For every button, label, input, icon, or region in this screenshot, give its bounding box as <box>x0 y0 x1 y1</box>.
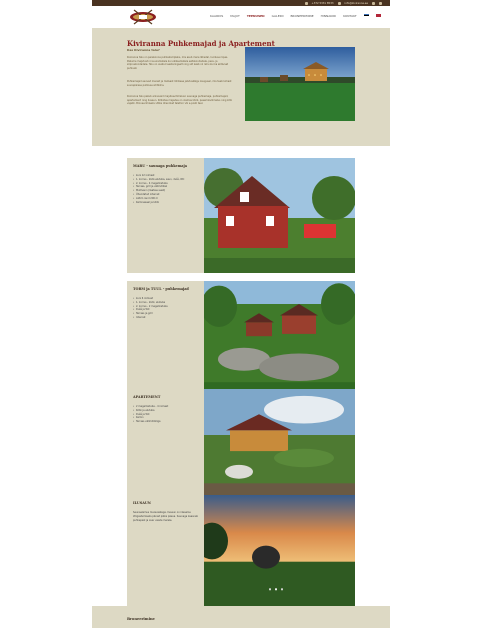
nav-item-kontakt[interactable]: KONTAKT <box>343 14 357 18</box>
site-header: KAARDIS MAJUT TEENUSED GALERII BRONEERIM… <box>92 6 390 28</box>
list-item: Terrass välimööbliga <box>133 420 198 424</box>
card-label: ILUSAUN Saunaelamus merevaatega. Ilusaun… <box>127 495 204 610</box>
phone-icon <box>304 1 308 5</box>
nav-item-galerii[interactable]: GALERII <box>272 14 284 18</box>
email-icon <box>337 1 341 5</box>
card-title: ILUSAUN <box>133 501 151 505</box>
card-label: MARU - saunaga puhkemaja kuni 12 inimest… <box>127 158 204 273</box>
hero-paragraph-1: Kiviranna talu on perekonna puhkekomplek… <box>127 56 229 70</box>
card-label: TORM ja TUUL - puhkemajad kuni 6 inimest… <box>127 281 204 396</box>
card-title: MARU - saunaga puhkemaja <box>133 164 187 168</box>
phone-number[interactable]: +372 5331 8533 <box>312 2 334 5</box>
ilusaun-photo <box>204 495 355 610</box>
card-maru: MARU - saunaga puhkemaja kuni 12 inimest… <box>127 158 355 273</box>
list-item: Internet <box>133 316 198 320</box>
card-torm-tuul: TORM ja TUUL - puhkemajad kuni 6 inimest… <box>127 281 355 396</box>
hero-section: Kiviranna Puhkemajad ja Apartement Kas K… <box>92 28 390 146</box>
maru-house-photo <box>204 158 355 273</box>
feature-list: 2 magamistuba - 4 inimest Köök ja elutub… <box>133 405 198 424</box>
hero-subtitle: Kas Kiviranna talu? <box>127 48 160 52</box>
torm-tuul-photo <box>204 281 355 396</box>
feature-list: kuni 6 inimest 1. korrus - köök, elutuba… <box>133 297 198 320</box>
card-ilusaun: ILUSAUN Saunaelamus merevaatega. Ilusaun… <box>127 495 355 610</box>
footer-section: Broneerimine <box>92 606 390 628</box>
main-navigation: KAARDIS MAJUT TEENUSED GALERII BRONEERIM… <box>210 14 381 18</box>
nav-item-kaardis[interactable]: KAARDIS <box>210 14 223 18</box>
share-icon[interactable] <box>379 1 382 5</box>
apartement-photo <box>204 389 355 504</box>
flag-en-icon[interactable] <box>375 14 381 17</box>
hero-paragraph-3: Kiviranna talu pakub erinevaid majutusvõ… <box>127 95 232 106</box>
list-item: Kaminasaal ja köök <box>133 201 198 205</box>
card-title: TORM ja TUUL - puhkemajad <box>133 287 189 291</box>
card-title: APARTEMENT <box>133 395 161 399</box>
facebook-icon[interactable] <box>372 1 375 5</box>
nav-item-teenused[interactable]: TEENUSED <box>247 14 265 18</box>
card-paragraph: Saunaelamus merevaatega. Ilusaun on idea… <box>133 511 198 522</box>
hero-photo <box>245 47 355 121</box>
card-label: APARTEMENT 2 magamistuba - 4 inimest Köö… <box>127 389 204 504</box>
kiviranna-logo[interactable] <box>128 8 158 26</box>
flag-et-icon[interactable] <box>363 14 369 17</box>
feature-list: kuni 12 inimest 1. korrus - köök-elutuba… <box>133 174 198 204</box>
nav-item-broneerimine[interactable]: BRONEERIMINE <box>290 14 313 18</box>
nav-item-majut[interactable]: MAJUT <box>230 14 240 18</box>
email-address[interactable]: info@kiviranna.ee <box>345 2 369 5</box>
nav-item-hinnakiri[interactable]: HINNAKIRI <box>321 14 337 18</box>
card-apartement: APARTEMENT 2 magamistuba - 4 inimest Köö… <box>127 389 355 504</box>
footer-title: Broneerimine <box>127 617 155 621</box>
hero-paragraph-2: Puhkemajad asuvad merest ja metsast lühi… <box>127 80 232 87</box>
